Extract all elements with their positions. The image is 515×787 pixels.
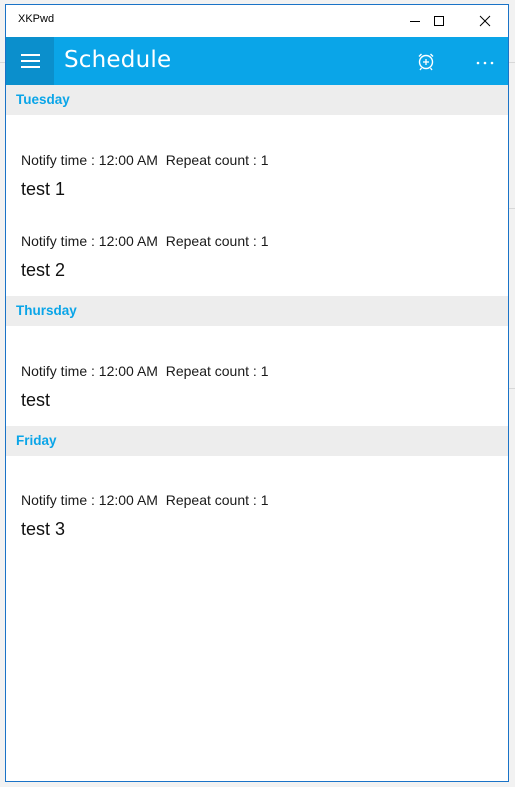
more-button[interactable]	[461, 37, 508, 85]
alarm-add-icon	[418, 53, 434, 71]
notify-label: Notify time :	[21, 363, 95, 379]
background-line	[509, 62, 515, 63]
item-meta: Notify time : 12:00 AM Repeat count : 1	[21, 152, 268, 168]
repeat-label: Repeat count :	[165, 233, 257, 249]
notify-label: Notify time :	[21, 152, 95, 168]
add-alarm-button[interactable]	[402, 37, 450, 85]
notify-time: 12:00 AM	[98, 233, 158, 249]
repeat-label: Repeat count :	[165, 363, 257, 379]
item-title: test 3	[21, 519, 66, 539]
repeat-label: Repeat count :	[165, 492, 257, 508]
item-meta: Notify time : 12:00 AM Repeat count : 1	[21, 233, 268, 249]
more-icon	[476, 61, 494, 65]
close-icon	[479, 15, 491, 27]
hamburger-icon	[21, 66, 40, 68]
repeat-count: 1	[260, 152, 269, 168]
maximize-icon	[434, 16, 444, 26]
page-title: Schedule	[64, 47, 172, 73]
item-meta: Notify time : 12:00 AM Repeat count : 1	[21, 363, 268, 379]
repeat-label: Repeat count :	[165, 152, 257, 168]
window-title: XKPwd	[18, 13, 55, 25]
title-bar[interactable]: XKPwd	[6, 5, 508, 37]
notify-label: Notify time :	[21, 233, 95, 249]
app-window: XKPwd Schedule Tuesday Notify time: 12:…	[5, 4, 509, 782]
group-day-label: Friday	[16, 433, 57, 448]
background-line	[509, 388, 515, 389]
maximize-button[interactable]	[417, 5, 463, 37]
repeat-count: 1	[260, 233, 269, 249]
item-title: test 2	[21, 260, 66, 280]
repeat-count: 1	[260, 363, 269, 379]
repeat-count: 1	[260, 492, 269, 508]
notify-label: Notify time :	[21, 492, 95, 508]
notify-time: 12:00 AM	[98, 152, 158, 168]
hamburger-icon	[21, 54, 40, 56]
group-header-thursday: Thursday	[6, 296, 508, 326]
close-button[interactable]	[462, 5, 508, 37]
group-day-label: Tuesday	[16, 92, 70, 107]
group-header-friday: Friday	[6, 426, 508, 456]
notify-time: 12:00 AM	[98, 363, 158, 379]
item-title: test 1	[21, 179, 66, 199]
notify-time: 12:00 AM	[98, 492, 158, 508]
item-meta: Notify time : 12:00 AM Repeat count : 1	[21, 492, 268, 508]
group-header-tuesday: Tuesday	[6, 85, 508, 115]
group-day-label: Thursday	[16, 303, 77, 318]
background-line	[509, 208, 515, 209]
app-bar: Schedule	[6, 37, 508, 85]
hamburger-icon	[21, 60, 40, 62]
item-title: test	[21, 390, 51, 410]
menu-button[interactable]	[6, 37, 54, 85]
